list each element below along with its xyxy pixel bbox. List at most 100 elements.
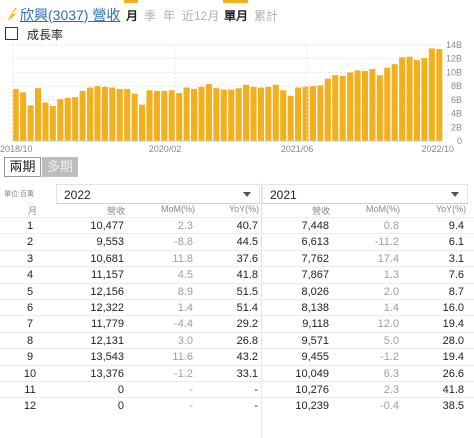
- y-tick-label: 14B: [446, 40, 462, 50]
- revenue-bar: [265, 86, 272, 141]
- yoy-a-cell: -: [254, 384, 258, 396]
- revenue-bar: [228, 89, 235, 141]
- y-tick-label: 6B: [451, 95, 462, 105]
- two-period-button[interactable]: 兩期: [4, 157, 41, 177]
- y-tick-label: 12B: [446, 54, 462, 64]
- revenue-bar: [428, 48, 435, 141]
- revenue-b-cell: 10,276: [295, 384, 329, 396]
- mom-b-cell: -11.2: [374, 236, 399, 249]
- mom-b-cell: 2.0: [383, 285, 399, 298]
- chevron-down-icon: [243, 192, 251, 197]
- tab-active-indicator-2: [223, 0, 248, 3]
- revenue-bar: [101, 86, 108, 141]
- mom-b-cell: 17.4: [377, 252, 399, 265]
- tab-month[interactable]: 月: [126, 7, 138, 24]
- y-tick-label: 2B: [451, 122, 462, 132]
- yoy-b-cell: 38.5: [442, 400, 464, 413]
- revenue-bar: [49, 106, 56, 141]
- revenue-bar: [27, 105, 34, 141]
- growth-rate-checkbox[interactable]: [5, 27, 18, 40]
- revenue-bar: [116, 88, 123, 141]
- yoy-a-cell: 26.8: [236, 334, 258, 347]
- table-row: 1 10,477 2.3 40.7 7,448 0.8 9.4: [0, 217, 474, 233]
- revenue-bar-chart: 0 2B 4B 6B 8B 10B 12B 14B 2018/10 2020/02 2021/06 2…: [0, 40, 474, 154]
- table-row: 10 13,376 -1.2 33.1 10,049 6.3 26.6: [0, 364, 474, 381]
- revenue-a-cell: 12,131: [90, 334, 124, 347]
- revenue-bar: [399, 57, 406, 142]
- mom-b-cell: 1.3: [383, 269, 399, 282]
- revenue-bar: [42, 102, 49, 141]
- revenue-bar: [384, 67, 391, 141]
- revenue-bar: [413, 60, 421, 142]
- revenue-bar: [94, 86, 101, 141]
- revenue-a-cell: 13,376: [90, 367, 124, 380]
- revenue-bar: [86, 87, 94, 141]
- mom-a-cell: 1.4: [177, 302, 193, 314]
- yoy-b-cell: 41.8: [442, 384, 464, 396]
- mom-a-cell: 11.8: [172, 252, 193, 265]
- revenue-b-cell: 7,867: [301, 269, 329, 282]
- lightning-bolt-icon: [8, 8, 17, 20]
- table-row: 7 11,779 -4.4 29.2 9,118 12.0 19.4: [0, 315, 474, 331]
- tab-last-12-months[interactable]: 近12月: [182, 7, 219, 24]
- revenue-a-header: 營收: [107, 206, 126, 216]
- multi-period-button[interactable]: 多期: [42, 157, 78, 177]
- revenue-a-cell: 12,322: [90, 302, 124, 314]
- revenue-bar: [109, 87, 116, 141]
- year-select-b[interactable]: 2021: [262, 184, 468, 204]
- revenue-a-cell: 10,477: [90, 220, 124, 232]
- month-cell: 3: [26, 252, 34, 265]
- revenue-bar: [317, 85, 324, 141]
- mom-b-header: MoM(%): [366, 204, 400, 214]
- revenue-bar: [79, 90, 86, 141]
- revenue-bar: [124, 88, 131, 141]
- y-tick-label: 8B: [451, 81, 462, 91]
- year-select-a[interactable]: 2022: [56, 184, 260, 204]
- chevron-down-icon: [451, 192, 459, 197]
- yoy-a-cell: 51.5: [236, 285, 258, 298]
- tab-quarter[interactable]: 季: [144, 7, 156, 24]
- x-tick-label: 2018/10: [0, 144, 33, 154]
- revenue-b-cell: 10,239: [295, 400, 329, 413]
- revenue-a-cell: 12,156: [90, 285, 124, 298]
- yoy-b-cell: 26.6: [442, 367, 464, 380]
- mom-b-cell: 6.3: [383, 367, 399, 380]
- table-row: 4 11,157 4.5 41.8 7,867 1.3 7.6: [0, 266, 474, 282]
- revenue-bar: [220, 89, 227, 141]
- y-tick-label: 4B: [451, 109, 462, 119]
- month-cell: 8: [26, 334, 34, 347]
- revenue-bar: [153, 90, 160, 141]
- revenue-bar: [406, 56, 413, 141]
- yoy-b-cell: 8.7: [448, 285, 464, 298]
- mom-b-cell: 5.0: [383, 334, 399, 347]
- tab-year[interactable]: 年: [163, 7, 175, 24]
- revenue-bar: [146, 90, 153, 141]
- year-select-a-value: 2022: [64, 188, 91, 202]
- revenue-b-header: 營收: [312, 206, 331, 216]
- revenue-bar: [421, 58, 428, 141]
- revenue-bar: [391, 64, 398, 141]
- yoy-a-cell: -: [254, 400, 258, 413]
- revenue-bar: [295, 87, 302, 141]
- mom-b-cell: 2.3: [383, 384, 399, 396]
- x-tick-label: 2021/06: [281, 144, 314, 154]
- yoy-a-cell: 51.4: [236, 302, 258, 314]
- mom-a-cell: 2.3: [177, 220, 193, 232]
- revenue-b-cell: 9,118: [302, 318, 329, 331]
- tab-single-month[interactable]: 單月: [224, 7, 248, 24]
- yoy-b-cell: 7.6: [448, 269, 464, 282]
- revenue-b-cell: 9,455: [301, 351, 329, 364]
- tab-cumulative[interactable]: 累計: [254, 7, 278, 24]
- revenue-bar: [257, 87, 264, 141]
- revenue-bar: [139, 104, 146, 141]
- yoy-a-cell: 43.2: [236, 351, 258, 364]
- mom-a-cell: -: [189, 400, 193, 413]
- yoy-b-cell: 6.1: [448, 236, 464, 249]
- table-row: 3 10,681 11.8 37.6 7,762 17.4 3.1: [0, 249, 474, 266]
- stock-title-link[interactable]: 欣興(3037) 營收: [20, 5, 120, 25]
- revenue-bar: [436, 49, 443, 141]
- yoy-a-cell: 40.7: [236, 220, 258, 232]
- yoy-b-cell: 19.4: [442, 351, 464, 364]
- month-cell: 1: [26, 220, 34, 232]
- table-row: 6 12,322 1.4 51.4 8,138 1.4 16.0: [0, 299, 474, 315]
